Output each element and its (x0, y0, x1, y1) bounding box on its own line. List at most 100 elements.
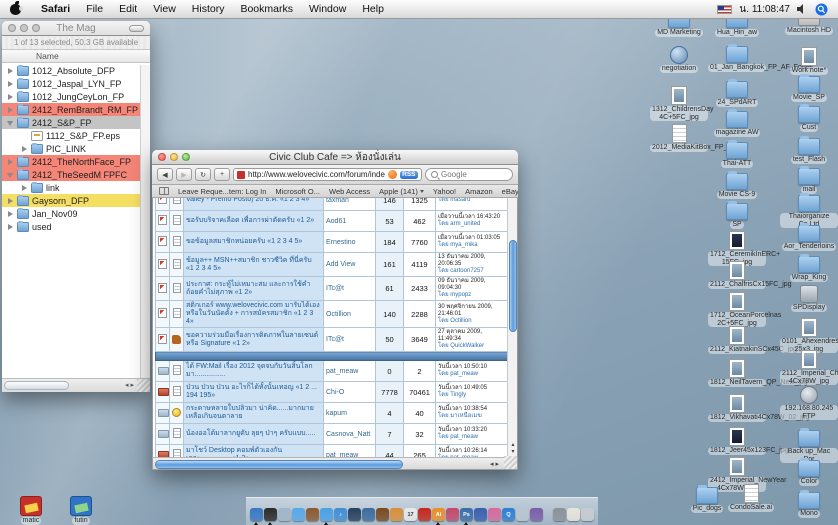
toolbar-toggle-button[interactable] (129, 25, 144, 32)
finder-item[interactable]: Gaysorn_DFP (2, 194, 150, 207)
desktop-icon[interactable]: Work note* (780, 47, 838, 75)
spotlight-icon[interactable] (815, 3, 828, 16)
disclosure-triangle-icon[interactable] (6, 79, 15, 88)
desktop-icon[interactable]: Color (780, 460, 838, 486)
disclosure-triangle-icon[interactable] (6, 170, 15, 179)
bookmarks-icon[interactable] (159, 187, 169, 195)
topic-author-link[interactable]: ITc@t (324, 328, 376, 352)
desktop-icon[interactable]: test_Flash (780, 138, 838, 164)
disclosure-triangle-icon[interactable] (6, 196, 15, 205)
topic-subject-link[interactable]: ขอรับบริจาคเลือด เพื่อการผ่าตัดครับ «1 2… (184, 211, 324, 232)
safari-vscroll-thumb[interactable] (509, 240, 517, 332)
finder-scroll-thumb[interactable] (4, 381, 69, 390)
safari-vertical-scrollbar[interactable]: ▴▾ (507, 198, 517, 457)
disclosure-triangle-icon[interactable] (6, 92, 15, 101)
last-post-line[interactable]: โดย masaru (438, 198, 505, 204)
dock-idisk-icon[interactable] (530, 508, 543, 521)
menu-history[interactable]: History (184, 3, 233, 15)
desktop-icon[interactable]: Thaiorganize Co.Ltd (780, 195, 838, 228)
desktop-icon[interactable]: 24_SPdART (708, 81, 766, 107)
rss-badge[interactable]: RSS (400, 171, 418, 179)
topic-subject-link[interactable]: น้องออโต้มาลากยูดับ ลุยๆ ป่าๆ ครับแบบ...… (184, 424, 324, 445)
bookmark-item[interactable]: Microsoft O... (275, 187, 320, 196)
dock-adobe-reader-icon[interactable] (418, 508, 431, 521)
back-button[interactable]: ◀ (157, 168, 173, 181)
desktop-icon[interactable]: Mono (780, 492, 838, 518)
url-text[interactable]: http://www.welovecivic.com/forum/index.p… (248, 170, 385, 179)
input-language-flag-icon[interactable] (717, 5, 732, 14)
desktop-icon[interactable]: 01_Jan_Bangkok_FP_AF_Folder (708, 46, 766, 72)
last-post-line[interactable]: โดย มาเหนือเมฆ (438, 413, 505, 420)
bookmark-item[interactable]: eBay (502, 187, 518, 196)
topic-subject-link[interactable]: มาโชว์ Desktop คอมพ์ตัวเองกันเถอะ.......… (184, 445, 324, 458)
dock-ichat-icon[interactable] (292, 508, 305, 521)
topic-subject-link[interactable]: ได้ FW:Mail เรื่อง 2012 จุดจบกับวันสิ้นโ… (184, 361, 324, 382)
last-post-line[interactable]: โดย Octillion (438, 318, 505, 325)
desktop-icon[interactable]: 2112_Imperial_Christmas 4Cx78W_jpg (780, 350, 838, 385)
desktop-icon[interactable]: SPDisplay (780, 285, 838, 312)
topic-author-link[interactable]: Chi-O (324, 382, 376, 403)
finder-item[interactable]: Jan_Nov09 (2, 207, 150, 220)
dock-dashboard-icon[interactable] (264, 508, 277, 521)
add-bookmark-button[interactable]: + (214, 168, 230, 181)
reload-button[interactable]: ↻ (195, 168, 211, 181)
bookmark-item[interactable]: Leave Reque...tem: Log In (178, 187, 266, 196)
menu-window[interactable]: Window (301, 3, 354, 15)
last-post-line[interactable]: โดย QuickWalker (438, 343, 505, 350)
disclosure-triangle-icon[interactable] (6, 105, 15, 114)
dock-iphoto-icon[interactable] (390, 508, 403, 521)
menu-bookmarks[interactable]: Bookmarks (232, 3, 301, 15)
dock-mail-icon[interactable] (516, 508, 529, 521)
desktop-icon[interactable]: Back up_Mac Por (780, 430, 838, 463)
address-bar[interactable]: http://www.welovecivic.com/forum/index.p… (233, 168, 422, 181)
autofill-icon[interactable] (388, 170, 397, 179)
last-post-line[interactable]: โดย arm_united (438, 221, 505, 228)
desktop-icon[interactable]: 192.168.80.245 FTP (780, 386, 838, 420)
disclosure-triangle-icon[interactable] (6, 118, 15, 127)
desktop-icon[interactable]: Movie_SP (780, 76, 838, 102)
topic-author-link[interactable]: Octillion (324, 301, 376, 328)
dock-finder-icon[interactable] (250, 508, 263, 521)
topic-subject-link[interactable]: สติกเกอร์ www.welovecivic.com มารับได้เอ… (184, 301, 324, 328)
finder-horizontal-scrollbar[interactable]: ◂▸ (2, 378, 150, 392)
finder-item[interactable]: 2412_S&P_FP (2, 116, 150, 129)
desktop-icon[interactable]: 1812_Vikhavati4Cx78W_02_jpg (708, 394, 766, 422)
finder-item[interactable]: 1012_Jaspal_LYN_FP (2, 77, 150, 90)
dock-documents-stack-icon[interactable] (567, 508, 580, 521)
safari-resize-grip[interactable] (504, 456, 517, 469)
finder-item[interactable]: 2412_TheNorthFace_FP (2, 155, 150, 168)
dock-quicktime-icon[interactable]: Q (502, 508, 515, 521)
finder-name-column-header[interactable]: Name (2, 50, 150, 63)
desktop-icon[interactable]: negotiation (650, 46, 708, 73)
desktop-icon[interactable]: 0101_Ahexendres 25x3_jpg (780, 318, 838, 353)
finder-scroll-arrows[interactable]: ◂▸ (125, 381, 136, 389)
menu-edit[interactable]: Edit (111, 3, 145, 15)
desktop-icon[interactable]: 1812_Jeer45x123FC_jpg (708, 427, 766, 455)
finder-item[interactable]: 2412_RemBrandt_RM_FP (2, 103, 150, 116)
last-post-line[interactable]: โดย pat_meaw (438, 434, 505, 441)
topic-author-link[interactable]: ITc@t (324, 277, 376, 301)
topic-author-link[interactable]: Casnova_Natt (324, 424, 376, 445)
safari-titlebar[interactable]: Civic Club Cafe => ห้องนั่งเล่น (152, 150, 518, 165)
topic-subject-link[interactable]: กระดาษหลายใบปลิวมา น่าคิด......มากมายเหล… (184, 403, 324, 424)
dock-iweb-icon[interactable] (362, 508, 375, 521)
last-post-line[interactable]: โดย Tingly (438, 392, 505, 399)
dock-toast-icon[interactable] (488, 508, 501, 521)
search-field[interactable] (425, 168, 513, 181)
last-post-line[interactable]: โดย cartoon7257 (438, 268, 505, 275)
desktop-icon[interactable]: 2112_KiatnakinSCx45C_jpg (708, 326, 766, 354)
topic-author-link[interactable]: pat_meaw (324, 361, 376, 382)
topic-author-link[interactable]: taxman (324, 198, 376, 211)
topic-author-link[interactable]: pat_meaw (324, 445, 376, 458)
topic-subject-link[interactable]: ข้อมูล++ MSN++สมาชิก ชาวซีวิค ที่นี่ครับ… (184, 253, 324, 277)
finder-item[interactable]: link (2, 181, 150, 194)
menu-help[interactable]: Help (354, 3, 392, 15)
disclosure-triangle-icon[interactable] (6, 209, 15, 218)
dock-itunes-icon[interactable]: ♪ (334, 508, 347, 521)
desktop-icon[interactable]: CondoSale.ai (722, 484, 780, 512)
desktop-icon[interactable]: 2112_ChalfrisCx15FC_jpg (708, 261, 766, 289)
desktop-icon[interactable]: magazine AW (708, 111, 766, 137)
dock-safari-icon[interactable] (320, 508, 333, 521)
desktop-icon[interactable]: 2012_MediaKitBox_FP_tif (650, 124, 708, 152)
dock-preview-icon[interactable] (278, 508, 291, 521)
